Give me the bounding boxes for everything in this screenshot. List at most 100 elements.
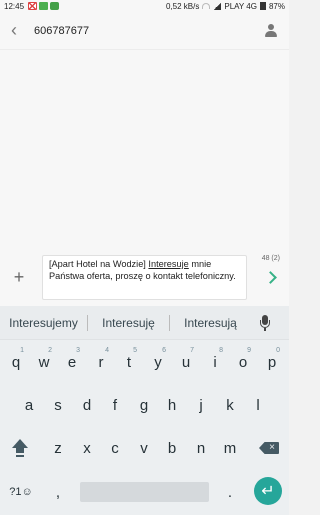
key-label: c	[111, 439, 119, 457]
key-label: z	[54, 439, 62, 457]
key-v[interactable]: v	[130, 430, 158, 466]
key-label: e	[67, 353, 77, 371]
key-d[interactable]: d	[73, 387, 101, 423]
key-label: f	[112, 396, 118, 414]
key-p[interactable]: p0	[258, 344, 286, 380]
key-label: q	[11, 353, 21, 371]
key-label: k	[226, 396, 234, 414]
status-time: 12:45	[4, 1, 25, 11]
key-label: a	[24, 396, 34, 414]
key-t[interactable]: t5	[115, 344, 143, 380]
key-hint: 3	[76, 347, 80, 354]
key-label: x	[83, 439, 91, 457]
back-button[interactable]: ‹	[0, 12, 28, 50]
key-label: m	[223, 439, 237, 457]
key-hint: 0	[276, 347, 280, 354]
key-label: d	[82, 396, 92, 414]
key-o[interactable]: o9	[229, 344, 257, 380]
carrier-label: PLAY 4G	[224, 1, 257, 11]
keyboard: q1 w2 e3 r4 t5 y6 u7 i8 o9 p0 a s d f g …	[0, 340, 289, 515]
attach-button[interactable]: +	[9, 268, 29, 288]
backspace-key[interactable]: ×	[255, 430, 283, 466]
sms-compose-screen: 12:45 0,52 kB/s PLAY 4G 87% ‹ 606787677 …	[0, 0, 289, 515]
key-n[interactable]: n	[187, 430, 215, 466]
key-l[interactable]: l	[244, 387, 272, 423]
key-label: ,	[55, 483, 61, 501]
key-hint: 8	[219, 347, 223, 354]
back-arrow-icon: ‹	[11, 20, 17, 40]
key-label: i	[213, 353, 217, 371]
key-e[interactable]: e3	[58, 344, 86, 380]
wifi-icon	[202, 3, 211, 9]
message-input[interactable]: [Apart Hotel na Wodzie] Interesuje mnie …	[42, 255, 247, 300]
key-k[interactable]: k	[216, 387, 244, 423]
suggestion-3[interactable]: Interesują	[170, 316, 251, 330]
symbols-key[interactable]: ?1☺	[6, 474, 36, 510]
key-label: w	[38, 353, 50, 371]
key-s[interactable]: s	[44, 387, 72, 423]
plus-icon: +	[13, 267, 25, 287]
key-label: t	[126, 353, 132, 371]
key-g[interactable]: g	[130, 387, 158, 423]
compose-bar: + [Apart Hotel na Wodzie] Interesuje mni…	[0, 248, 289, 306]
key-label: .	[227, 483, 233, 501]
gmail-icon	[28, 2, 38, 10]
key-label: g	[139, 396, 149, 414]
status-right: 0,52 kB/s PLAY 4G 87%	[166, 2, 285, 11]
battery-percent: 87%	[268, 1, 285, 11]
key-m[interactable]: m	[216, 430, 244, 466]
key-label: h	[167, 396, 177, 414]
key-h[interactable]: h	[158, 387, 186, 423]
shift-key[interactable]	[6, 430, 34, 466]
key-label: j	[199, 396, 203, 414]
contact-button[interactable]	[263, 23, 279, 39]
key-b[interactable]: b	[158, 430, 186, 466]
conversation-header: ‹ 606787677	[0, 12, 289, 50]
key-label: y	[154, 353, 162, 371]
network-speed: 0,52 kB/s	[166, 1, 200, 11]
key-label: v	[140, 439, 148, 457]
period-key[interactable]: .	[216, 474, 244, 510]
key-label: o	[238, 353, 248, 371]
key-c[interactable]: c	[101, 430, 129, 466]
signal-icon	[213, 2, 222, 10]
suggestion-2[interactable]: Interesuję	[88, 316, 169, 330]
key-label: p	[267, 353, 277, 371]
enter-icon: ↵	[261, 483, 275, 500]
comma-key[interactable]: ,	[44, 474, 72, 510]
key-hint: 9	[247, 347, 251, 354]
key-w[interactable]: w2	[30, 344, 58, 380]
key-x[interactable]: x	[73, 430, 101, 466]
key-label: u	[181, 353, 191, 371]
voice-input-button[interactable]	[251, 306, 279, 340]
message-list[interactable]	[0, 50, 289, 248]
space-key[interactable]	[80, 482, 209, 502]
contact-number: 606787677	[34, 24, 90, 37]
key-label: ?1☺	[9, 486, 33, 498]
key-j[interactable]: j	[187, 387, 215, 423]
key-u[interactable]: u7	[172, 344, 200, 380]
message-text-before: [Apart Hotel na Wodzie]	[49, 259, 149, 269]
key-label: b	[167, 439, 177, 457]
key-label: r	[98, 353, 104, 371]
status-bar: 12:45 0,52 kB/s PLAY 4G 87%	[0, 0, 289, 12]
key-z[interactable]: z	[44, 430, 72, 466]
key-a[interactable]: a	[15, 387, 43, 423]
suggestion-1[interactable]: Interesujemy	[0, 316, 87, 330]
key-hint: 4	[105, 347, 109, 354]
key-hint: 6	[162, 347, 166, 354]
char-counter: 48 (2)	[261, 255, 280, 262]
key-q[interactable]: q1	[2, 344, 30, 380]
battery-saver-icon	[39, 2, 49, 10]
key-i[interactable]: i8	[201, 344, 229, 380]
key-f[interactable]: f	[101, 387, 129, 423]
send-button[interactable]	[264, 271, 278, 285]
key-hint: 5	[133, 347, 137, 354]
key-y[interactable]: y6	[144, 344, 172, 380]
enter-key[interactable]: ↵	[254, 477, 282, 505]
key-hint: 2	[48, 347, 52, 354]
key-label: l	[256, 396, 260, 414]
key-label: s	[54, 396, 62, 414]
android-app-icon	[50, 2, 60, 10]
key-r[interactable]: r4	[87, 344, 115, 380]
